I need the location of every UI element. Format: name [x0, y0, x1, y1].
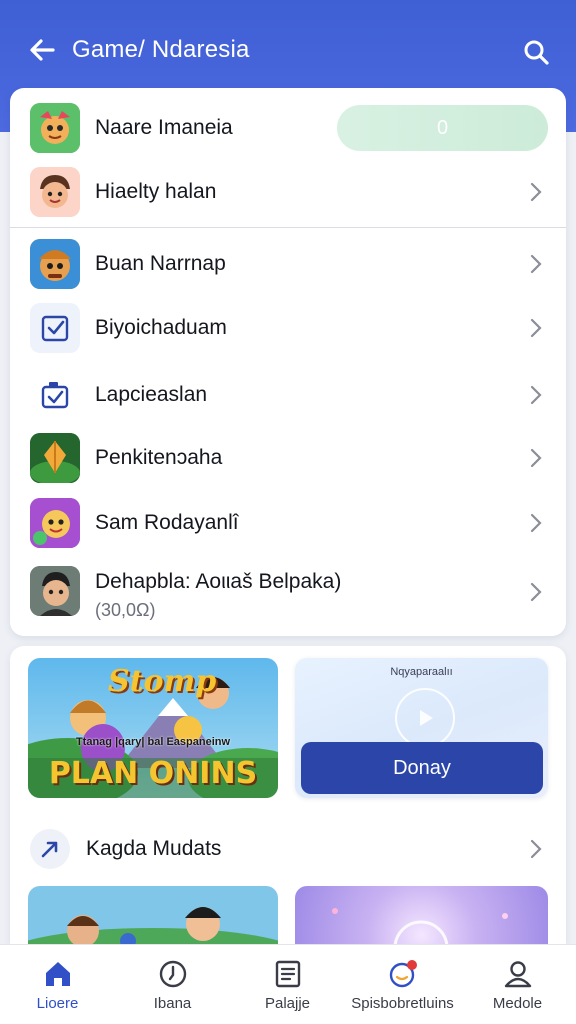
- page-title: Game/ Ndaresia: [72, 36, 250, 63]
- list-item-label: Biyoichaduam: [95, 316, 227, 339]
- list-item-label: Lapcieaslan: [95, 383, 208, 406]
- nav-item-profile[interactable]: Medole: [460, 945, 575, 1024]
- game-banner[interactable]: Stomp Ttanag |qary| bal Easpaneinw PLAN …: [28, 658, 278, 798]
- list-item-toggle[interactable]: Naare Imaneia 0: [10, 96, 566, 160]
- game-thumbnail: [30, 433, 80, 483]
- checklist-icon: [30, 303, 80, 353]
- notification-badge: [406, 960, 417, 970]
- list-item[interactable]: Lapcieaslan: [10, 363, 566, 427]
- list-item-label: Buan Narrnap: [95, 252, 226, 275]
- game-banner-title: Stomp: [108, 664, 217, 699]
- list-item-label: Sam Rodayanlî: [95, 511, 239, 534]
- nav-label: Ibana: [153, 995, 192, 1012]
- list-item-label: Hiaelty halan: [95, 180, 217, 203]
- chevron-right-icon: [528, 446, 544, 470]
- game-banner-headline: PLAN ONINS: [48, 756, 258, 791]
- nav-item-clock[interactable]: Ibana: [115, 945, 230, 1024]
- promo-thumbnail-card[interactable]: [295, 886, 548, 946]
- chat-icon: [345, 957, 460, 991]
- play-icon[interactable]: [395, 688, 455, 748]
- list-item[interactable]: Buan Narrnap: [10, 232, 566, 296]
- nav-item-chat[interactable]: Spisbobretluins: [345, 945, 460, 1024]
- settings-list: Naare Imaneia 0 Hiaelty halan Buan Narrn…: [10, 88, 566, 636]
- avatar-thumbnail: [30, 167, 80, 217]
- section-divider: [10, 227, 566, 228]
- list-item-label: Naare Imaneia: [95, 116, 233, 139]
- clock-icon: [115, 957, 230, 991]
- trend-arrow-icon: [30, 829, 70, 869]
- chevron-right-icon: [528, 316, 544, 340]
- arrow-left-icon: [30, 39, 55, 61]
- list-item-label: Penkitenɔaha: [95, 446, 223, 469]
- chevron-right-icon: [528, 837, 544, 861]
- section-header-row[interactable]: Kagda Mudats: [10, 824, 566, 874]
- nav-label: Medole: [492, 995, 543, 1012]
- document-icon: [230, 957, 345, 991]
- chevron-right-icon: [528, 252, 544, 276]
- toggle-value: 0: [436, 116, 449, 139]
- user-icon: [460, 957, 575, 991]
- search-icon: [524, 40, 549, 65]
- content-section: Stomp Ttanag |qary| bal Easpaneinw PLAN …: [10, 646, 566, 946]
- nav-label: Spisbobretluins: [351, 995, 454, 1012]
- game-thumbnail: [30, 103, 80, 153]
- list-item[interactable]: Sam Rodayanlî: [10, 491, 566, 555]
- promo-caption: Nqyaparaalıı: [390, 666, 453, 678]
- nav-item-home[interactable]: Lioere: [0, 945, 115, 1024]
- search-button[interactable]: [514, 30, 558, 74]
- game-thumbnail: [30, 498, 80, 548]
- chevron-right-icon: [528, 383, 544, 407]
- donate-button[interactable]: Donay: [301, 742, 543, 794]
- game-thumbnail: [30, 239, 80, 289]
- chevron-right-icon: [528, 580, 544, 604]
- game-thumbnail-card[interactable]: [28, 886, 278, 946]
- list-item[interactable]: Dehapbla: Aoιιaš Belpaka) (30,0Ω): [10, 558, 566, 628]
- toggle-switch[interactable]: 0: [337, 105, 548, 151]
- game-banner-subtitle: Ttanag |qary| bal Easpaneinw: [75, 736, 231, 748]
- section-title: Kagda Mudats: [86, 837, 222, 860]
- task-icon: [30, 370, 80, 420]
- chevron-right-icon: [528, 511, 544, 535]
- list-item-sublabel: (30,0Ω): [95, 600, 156, 620]
- home-icon: [0, 957, 115, 991]
- bottom-navigation: Lioere Ibana Palajje Spisbobretluins Med…: [0, 944, 576, 1024]
- list-item[interactable]: Biyoichaduam: [10, 296, 566, 360]
- list-item[interactable]: Hiaelty halan: [10, 160, 566, 224]
- promo-banner: Nqyaparaalıı Donay: [295, 658, 548, 798]
- nav-label: Lioere: [36, 995, 79, 1012]
- back-button[interactable]: [22, 30, 62, 70]
- avatar-thumbnail: [30, 566, 80, 616]
- list-item[interactable]: Penkitenɔaha: [10, 426, 566, 490]
- chevron-right-icon: [528, 180, 544, 204]
- nav-item-document[interactable]: Palajje: [230, 945, 345, 1024]
- list-item-label: Dehapbla: Aoιιaš Belpaka): [95, 570, 342, 593]
- nav-label: Palajje: [264, 995, 311, 1012]
